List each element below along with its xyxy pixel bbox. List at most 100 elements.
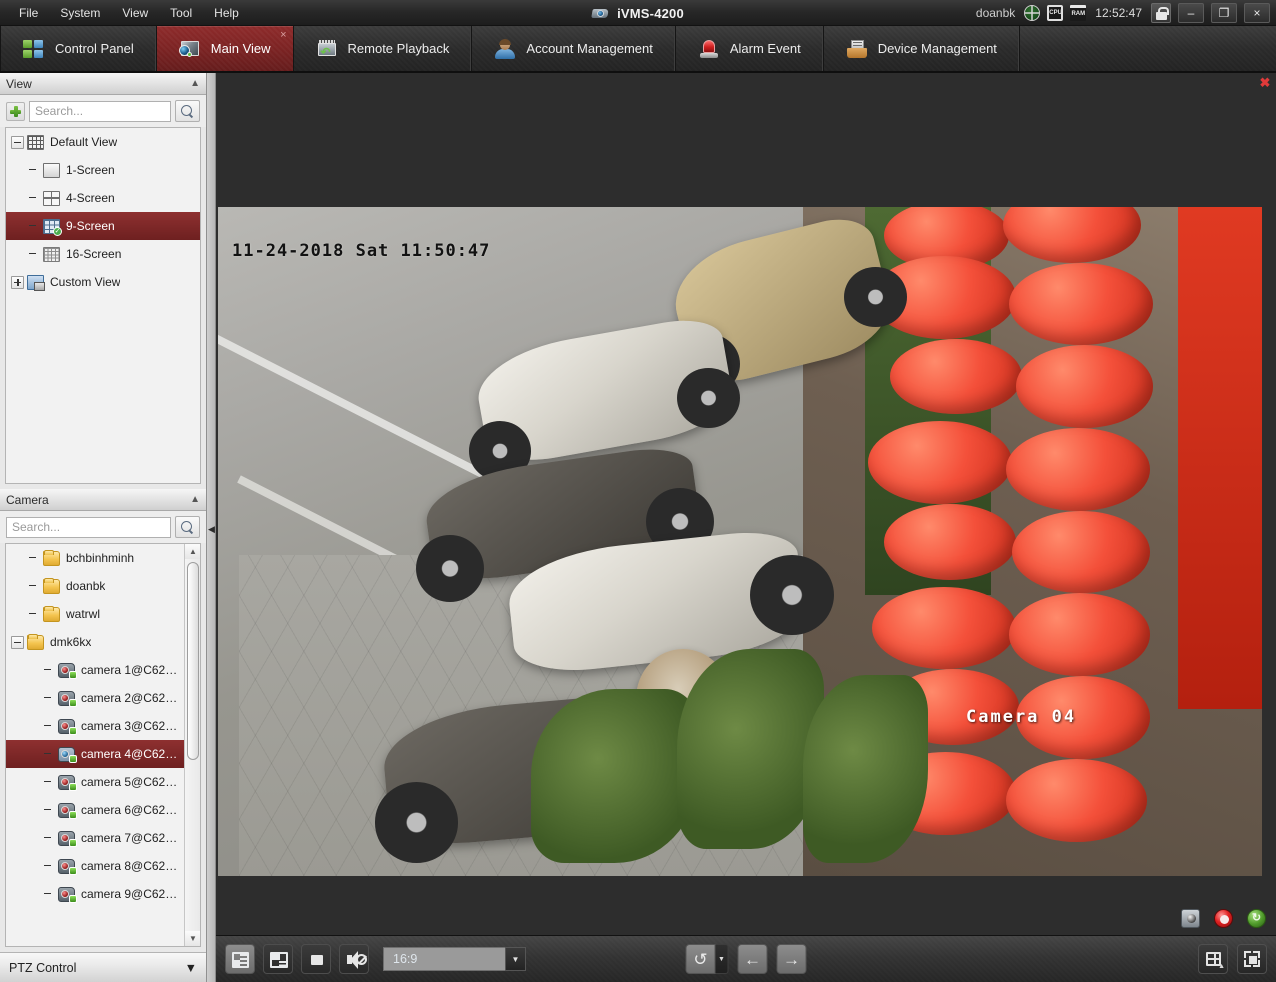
auto-switch-button[interactable]: ↺ [685,944,716,974]
camera-panel-collapse-icon[interactable]: ▲ [190,494,200,505]
tree-item-label: camera 4@C623511... [81,747,180,761]
screen-4-icon [43,190,60,206]
tree-item-camera-6[interactable]: camera 6@C623511... [6,796,184,824]
camera-search-input[interactable] [6,516,171,538]
aspect-ratio-select[interactable]: 16:9 ▼ [383,947,526,971]
tab-alarm-event[interactable]: Alarm Event [676,26,824,71]
camera-tree-scrollbar[interactable]: ▲ ▼ [184,544,200,946]
tree-item-bchbinhminh[interactable]: bchbinhminh [6,544,184,572]
add-view-button[interactable] [6,101,25,121]
tree-item-dmk6kx[interactable]: dmk6kx [6,628,184,656]
capture-snapshot-icon[interactable] [1181,908,1200,928]
tree-item-camera-9[interactable]: camera 9@C623511... [6,880,184,908]
menu-help[interactable]: Help [203,2,250,24]
auto-switch-dropdown-icon[interactable]: ▼ [715,944,729,974]
next-page-button[interactable]: → [776,944,807,974]
tab-main-view[interactable]: Main View × [157,26,294,71]
tab-account-management[interactable]: Account Management [472,26,676,71]
camera-panel-header[interactable]: Camera ▲ [0,489,206,511]
full-screen-button[interactable] [1237,944,1267,974]
tree-item-camera-1[interactable]: camera 1@C623511... [6,656,184,684]
minimize-button[interactable]: – [1178,3,1204,23]
tree-item-camera-8[interactable]: camera 8@C623511... [6,852,184,880]
lock-icon[interactable] [1151,3,1171,23]
tree-item-doanbk[interactable]: doanbk [6,572,184,600]
tree-item-camera-7[interactable]: camera 7@C623511... [6,824,184,852]
tree-item-custom-view[interactable]: Custom View [6,268,200,296]
layout-button[interactable] [263,944,293,974]
ram-usage-icon[interactable]: RAM [1070,5,1087,21]
tree-item-watrwl[interactable]: watrwl [6,600,184,628]
expander-spacer [42,860,55,873]
ptz-panel-expand-icon[interactable]: ▼ [185,961,197,975]
sidebar-collapse-icon[interactable]: ◀ [208,518,215,540]
record-icon[interactable] [1214,908,1233,928]
menu-system[interactable]: System [49,2,111,24]
tree-item-label: 4-Screen [66,191,115,205]
view-panel-header[interactable]: View ▲ [0,73,206,95]
expander-default-view[interactable] [11,135,24,149]
tree-item-9-screen[interactable]: ✓ 9-Screen [6,212,200,240]
tree-item-4-screen[interactable]: 4-Screen [6,184,200,212]
camera-search-button[interactable] [175,516,200,538]
sidebar-splitter[interactable]: ◀ [207,73,216,982]
tree-item-camera-5[interactable]: camera 5@C623511... [6,768,184,796]
tree-item-camera-4[interactable]: camera 4@C623511... [6,740,184,768]
tree-item-label: Default View [50,135,118,149]
tab-main-view-close-icon[interactable]: × [280,30,286,41]
chevron-down-icon[interactable]: ▼ [505,947,526,971]
tree-item-default-view[interactable]: Default View [6,128,200,156]
playback-navigation-group: ↺ ▼ ← → [685,944,807,974]
close-button[interactable]: × [1244,3,1270,23]
tree-item-label: watrwl [66,607,101,621]
camera-search-row [0,511,206,543]
tree-item-camera-3[interactable]: camera 3@C623511... [6,712,184,740]
close-icon[interactable]: ✖ [1258,76,1272,90]
scroll-down-icon[interactable]: ▼ [185,931,200,946]
tree-item-16-screen[interactable]: 16-Screen [6,240,200,268]
video-stream-frame[interactable]: 11-24-2018 Sat 11:50:47 Camera 04 [218,207,1262,876]
mute-button[interactable] [339,944,369,974]
expander-custom-view[interactable] [11,275,24,289]
save-view-button[interactable] [225,944,255,974]
expander-spacer [27,164,40,177]
expander-dmk6kx[interactable] [11,635,24,649]
restore-button[interactable]: ❐ [1211,3,1237,23]
video-display-area[interactable]: ✖ 11-24-2018 Sat 11:50:47 Camera 04 ↻ [216,73,1276,935]
video-timestamp-overlay: 11-24-2018 Sat 11:50:47 [232,241,491,261]
tree-item-label: camera 8@C623511... [81,859,180,873]
view-search-button[interactable] [175,100,200,122]
menu-tool[interactable]: Tool [159,2,203,24]
tree-item-label: camera 6@C623511... [81,803,180,817]
tab-control-panel[interactable]: Control Panel [0,26,157,71]
video-scene [218,207,1262,876]
previous-page-button[interactable]: ← [737,944,768,974]
stop-all-button[interactable] [301,944,331,974]
ptz-control-panel-header[interactable]: PTZ Control ▼ [0,952,206,982]
window-division-button[interactable]: ▲ [1198,944,1228,974]
ptz-control-title: PTZ Control [9,960,77,975]
ptz-control-icon[interactable]: ↻ [1247,908,1266,928]
full-screen-icon [1238,945,1266,973]
alarm-event-icon [698,39,720,59]
scrollbar-thumb[interactable] [187,562,199,760]
cpu-usage-icon[interactable]: CPU [1047,5,1064,21]
current-user-label: doanbk [975,6,1016,20]
scroll-up-icon[interactable]: ▲ [185,544,200,559]
tab-device-management[interactable]: Device Management [824,26,1020,71]
menu-view[interactable]: View [111,2,159,24]
menu-file[interactable]: File [8,2,49,24]
network-globe-icon[interactable] [1024,5,1041,21]
tree-item-label: camera 2@C623511... [81,691,180,705]
view-search-input[interactable] [29,100,171,122]
expander-spacer [42,748,55,761]
tree-item-1-screen[interactable]: 1-Screen [6,156,200,184]
tab-remote-playback[interactable]: ↶ Remote Playback [294,26,473,71]
title-bar: File System View Tool Help iVMS-4200 doa… [0,0,1276,26]
remote-playback-icon: ↶ [316,39,338,59]
view-panel-collapse-icon[interactable]: ▲ [190,78,200,89]
aspect-ratio-value[interactable]: 16:9 [383,947,505,971]
camera-logo-icon [591,6,609,21]
tab-main-view-label: Main View [210,41,271,56]
tree-item-camera-2[interactable]: camera 2@C623511... [6,684,184,712]
